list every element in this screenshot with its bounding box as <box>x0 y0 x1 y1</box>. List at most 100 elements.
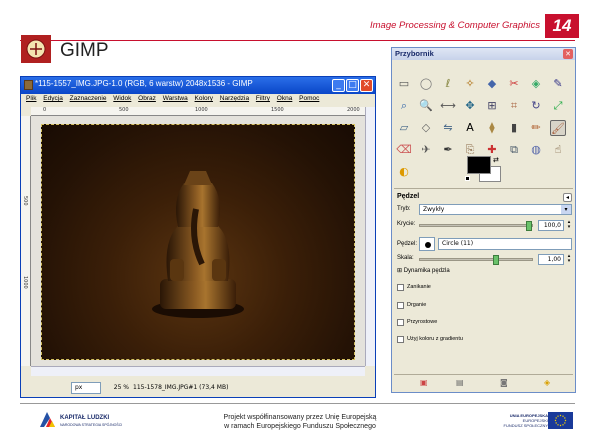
crop-icon[interactable]: ⌗ <box>506 98 522 114</box>
menu-edycja[interactable]: Edycja <box>43 95 63 102</box>
flip-icon[interactable]: ⇋ <box>440 120 456 136</box>
scale-label: Skala: <box>397 255 414 261</box>
paths-icon[interactable]: ✎ <box>550 76 566 92</box>
incremental-checkbox[interactable] <box>397 319 404 326</box>
menu-warstwa[interactable]: Warstwa <box>163 95 188 102</box>
foreground-color-swatch[interactable] <box>467 156 491 174</box>
zoom-select[interactable]: 25 % <box>105 382 129 394</box>
swap-colors-icon[interactable]: ⇄ <box>493 156 499 164</box>
menu-zaznaczenie[interactable]: Zaznaczenie <box>70 95 107 102</box>
pencil-icon[interactable]: ✏ <box>528 120 544 136</box>
mode-value: Zwykły <box>423 206 445 213</box>
jitter-label: Drganie <box>407 302 427 308</box>
menu-filtry[interactable]: Filtry <box>256 95 270 102</box>
default-colors-icon[interactable] <box>465 176 470 181</box>
airbrush-icon[interactable]: ✈ <box>418 142 434 158</box>
lasso-icon[interactable]: ℓ <box>440 76 456 92</box>
image-window: *115-1557_IMG.JPG-1.0 (RGB, 6 warstw) 20… <box>20 76 376 398</box>
menu-plik[interactable]: Plik <box>26 95 36 102</box>
ruler-tick: 1000 <box>22 276 28 289</box>
slide: Image Processing & Computer Graphics 14 … <box>0 0 597 447</box>
eraser-icon[interactable]: ⌫ <box>396 142 412 158</box>
convolve-icon[interactable]: ◍ <box>528 142 544 158</box>
vertical-ruler[interactable]: 500 1000 <box>21 116 31 366</box>
university-crest-icon <box>21 35 51 63</box>
tool-options-menu-icon[interactable]: ◂ <box>563 193 572 202</box>
opacity-input[interactable]: 100,0 <box>538 220 564 231</box>
scale-input[interactable]: 1,00 <box>538 254 564 265</box>
horizontal-scrollbar[interactable] <box>31 366 365 376</box>
align-icon[interactable]: ⊞ <box>484 98 500 114</box>
footer-divider <box>20 403 575 404</box>
bucket-fill-icon[interactable]: ⧫ <box>484 120 500 136</box>
menu-widok[interactable]: Widok <box>113 95 131 102</box>
mode-select[interactable]: Zwykły ▾ <box>419 204 572 215</box>
horizontal-ruler[interactable]: 0 500 1000 1500 2000 <box>31 107 365 116</box>
rect-select-icon[interactable]: ▭ <box>396 76 412 92</box>
fuzzy-select-icon[interactable]: ✧ <box>462 76 478 92</box>
measure-icon[interactable]: ⟷ <box>440 98 456 114</box>
color-picker-icon[interactable]: ⌕ <box>396 98 412 114</box>
opacity-slider-handle[interactable] <box>526 221 532 231</box>
brush-dynamics-expander[interactable]: ⊞ Dynamika pędzla <box>397 267 450 274</box>
toolbox-close-button[interactable]: ✕ <box>563 49 573 59</box>
rotate-icon[interactable]: ↻ <box>528 98 544 114</box>
save-options-icon[interactable]: ▣ <box>420 378 428 387</box>
ruler-tick: 500 <box>22 196 28 206</box>
dodge-burn-icon[interactable]: ◐ <box>396 164 412 180</box>
image-window-title: *115-1557_IMG.JPG-1.0 (RGB, 6 warstw) 20… <box>35 79 253 88</box>
smudge-icon[interactable]: ☝ <box>550 142 566 158</box>
minimize-button[interactable]: _ <box>332 79 345 92</box>
maximize-button[interactable]: □ <box>346 79 359 92</box>
zoom-icon[interactable]: 🔍 <box>418 98 434 114</box>
ruler-tick: 500 <box>119 107 129 113</box>
ink-icon[interactable]: ✒ <box>440 142 456 158</box>
foreground-select-icon[interactable]: ◈ <box>528 76 544 92</box>
blend-icon[interactable]: ▮ <box>506 120 522 136</box>
scissors-icon[interactable]: ✂ <box>506 76 522 92</box>
delete-options-icon[interactable]: ◙ <box>500 378 508 387</box>
shear-icon[interactable]: ▱ <box>396 120 412 136</box>
toolbox-titlebar[interactable]: Przybornik ✕ <box>392 48 575 60</box>
restore-options-icon[interactable]: ▤ <box>456 378 464 387</box>
opacity-label: Krycie: <box>397 221 416 227</box>
image-statusbar: px 25 % 115-1578_IMG.JPG#1 (73,4 MB) <box>21 378 375 397</box>
project-funding-text: Projekt współfinansowany przez Unię Euro… <box>190 413 410 431</box>
ellipse-select-icon[interactable]: ◯ <box>418 76 434 92</box>
fade-label: Zanikanie <box>407 284 431 290</box>
fade-checkbox[interactable] <box>397 284 404 291</box>
scale-icon[interactable]: ⤢ <box>550 98 566 114</box>
project-line-1: Projekt współfinansowany przez Unię Euro… <box>223 414 377 421</box>
image-window-titlebar[interactable]: *115-1557_IMG.JPG-1.0 (RGB, 6 warstw) 20… <box>21 77 375 94</box>
scale-slider-handle[interactable] <box>493 255 499 265</box>
menu-kolory[interactable]: Kolory <box>195 95 213 102</box>
unit-select[interactable]: px <box>71 382 101 394</box>
menu-okna[interactable]: Okna <box>277 95 293 102</box>
spinner-arrows-icon[interactable]: ▴ ▾ <box>566 254 572 265</box>
color-area[interactable]: ⇄ <box>465 156 507 190</box>
spinner-arrows-icon[interactable]: ▴ ▾ <box>566 220 572 231</box>
perspective-icon[interactable]: ◇ <box>418 120 434 136</box>
text-icon[interactable]: A <box>462 120 478 136</box>
figurine-image <box>152 171 244 318</box>
perspective-clone-icon[interactable]: ⧉ <box>506 142 522 158</box>
vertical-scrollbar[interactable] <box>365 107 375 366</box>
menu-pomoc[interactable]: Pomoc <box>299 95 319 102</box>
close-button[interactable]: ✕ <box>360 79 373 92</box>
color-select-icon[interactable]: ◆ <box>484 76 500 92</box>
move-icon[interactable]: ✥ <box>462 98 478 114</box>
brush-preview-button[interactable] <box>419 237 435 251</box>
image-canvas[interactable] <box>31 116 365 366</box>
image-thumbnail-icon <box>24 80 33 90</box>
photo-ganesha-figurine <box>41 124 355 360</box>
menu-narzedzia[interactable]: Narzędzia <box>220 95 249 102</box>
gradient-color-checkbox[interactable] <box>397 336 404 343</box>
reset-options-icon[interactable]: ◈ <box>544 378 550 387</box>
brush-dynamics-label: Dynamika pędzla <box>403 268 450 274</box>
paintbrush-icon[interactable]: 🖌 <box>550 120 566 136</box>
jitter-checkbox[interactable] <box>397 302 404 309</box>
menu-obraz[interactable]: Obraz <box>138 95 156 102</box>
page-number: 14 <box>545 14 579 38</box>
opacity-slider[interactable] <box>419 221 533 231</box>
scale-slider[interactable] <box>419 255 533 265</box>
